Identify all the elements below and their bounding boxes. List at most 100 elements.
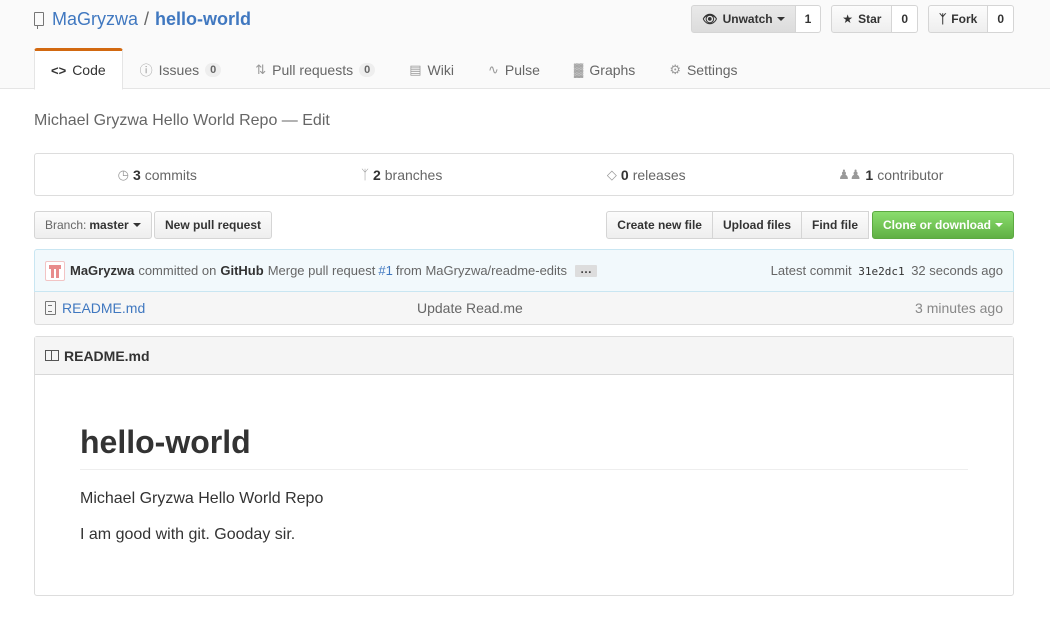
chevron-down-icon	[776, 17, 785, 21]
file-navigation: Branch: master New pull request Create n…	[34, 211, 1014, 239]
star-button[interactable]: ★ Star	[831, 5, 893, 33]
file-commit-age: 3 minutes ago	[915, 300, 1003, 316]
chevron-down-icon	[995, 223, 1003, 227]
repo-name-link[interactable]: hello-world	[155, 9, 251, 30]
tab-label: Pull requests	[272, 61, 354, 78]
branches-label: branches	[384, 166, 443, 183]
branch-icon: ᛉ	[361, 167, 369, 182]
tab-label: Issues	[158, 61, 200, 78]
latest-commit-label: Latest commit	[770, 263, 852, 278]
commit-author-link[interactable]: MaGryzwa	[70, 263, 134, 278]
branches-summary-link[interactable]: ᛉ 2 branches	[280, 154, 525, 195]
latest-commit-bar: MaGryzwa committed on GitHub Merge pull …	[34, 249, 1014, 292]
fork-icon: ᛉ	[939, 12, 947, 26]
star-group: ★ Star 0	[831, 5, 919, 33]
organization-icon: ♟♟	[838, 166, 862, 182]
commits-summary-link[interactable]: ◷ 3 commits	[35, 154, 280, 195]
repo-actions: 👁 Unwatch 1 ★ Star 0 ᛉ Fork 0	[691, 5, 1014, 33]
find-file-button[interactable]: Find file	[801, 211, 869, 239]
committed-on-text: committed on	[138, 263, 217, 278]
commit-sha-link[interactable]: 31e2dc1	[858, 265, 904, 278]
tag-icon: ◇	[606, 166, 617, 182]
expand-commit-message-button[interactable]: …	[575, 263, 598, 277]
tab-label: Pulse	[504, 61, 540, 78]
create-new-file-button[interactable]: Create new file	[606, 211, 713, 239]
tab-label: Graphs	[589, 61, 636, 78]
commit-age: 32 seconds ago	[911, 263, 1003, 278]
repo-icon	[34, 12, 44, 29]
readme-body: hello-world Michael Gryzwa Hello World R…	[35, 423, 1013, 544]
table-row: README.md Update Read.me 3 minutes ago	[34, 292, 1014, 325]
commit-message-prefix[interactable]: Merge pull request	[268, 263, 376, 278]
forks-count[interactable]: 0	[988, 5, 1014, 33]
avatar[interactable]	[45, 260, 65, 281]
repo-description-text: Michael Gryzwa Hello World Repo	[34, 112, 278, 129]
tab-label: Settings	[686, 61, 738, 78]
readme-header: README.md	[35, 337, 1013, 375]
graph-icon: ▓	[573, 62, 584, 77]
readme-paragraph: I am good with git. Gooday sir.	[80, 526, 296, 544]
clone-or-download-button[interactable]: Clone or download	[872, 211, 1014, 239]
tab-wiki[interactable]: ▤ Wiki	[392, 48, 471, 89]
watch-group: 👁 Unwatch 1	[691, 5, 822, 33]
code-icon: <>	[51, 62, 67, 78]
file-name-link[interactable]: README.md	[62, 300, 417, 316]
releases-label: releases	[632, 166, 686, 183]
pulse-icon: ∿	[487, 61, 499, 77]
repo-owner-link[interactable]: MaGryzwa	[52, 9, 138, 30]
repo-description: Michael Gryzwa Hello World Repo — Edit	[34, 112, 330, 130]
releases-count: 0	[620, 166, 629, 183]
contributors-summary-link[interactable]: ♟♟ 1 contributor	[769, 154, 1014, 195]
fork-button[interactable]: ᛉ Fork	[928, 5, 989, 33]
upload-files-button[interactable]: Upload files	[711, 211, 802, 239]
branch-select-button[interactable]: Branch: master	[34, 211, 152, 239]
pull-request-link[interactable]: #1	[378, 263, 392, 278]
file-icon	[45, 301, 56, 315]
repo-nav-tabs: <> Code ⓘ Issues 0 ⇅ Pull requests 0 ▤ W…	[34, 48, 755, 90]
committer-link[interactable]: GitHub	[220, 263, 263, 278]
tab-settings[interactable]: ⚙ Settings	[652, 48, 754, 89]
unwatch-label: Unwatch	[722, 12, 773, 26]
star-icon: ★	[842, 12, 854, 26]
repo-title-separator: /	[144, 8, 150, 29]
tab-graphs[interactable]: ▓ Graphs	[557, 48, 652, 89]
commit-message-suffix[interactable]: from MaGryzwa/readme-edits	[396, 263, 567, 278]
readme-filename: README.md	[64, 347, 150, 364]
contributors-count: 1	[865, 166, 874, 183]
eye-icon: 👁	[702, 12, 718, 26]
tab-issues[interactable]: ⓘ Issues 0	[123, 48, 239, 89]
branch-prefix: Branch:	[45, 218, 87, 232]
fork-label: Fork	[951, 12, 978, 26]
issue-icon: ⓘ	[139, 63, 153, 78]
contributors-label: contributor	[877, 166, 944, 183]
repo-header: MaGryzwa / hello-world 👁 Unwatch 1 ★ Sta…	[0, 0, 1050, 90]
new-pull-request-button[interactable]: New pull request	[154, 211, 273, 239]
latest-commit-info: Latest commit 31e2dc1 32 seconds ago	[771, 263, 1003, 278]
stars-count[interactable]: 0	[892, 5, 919, 33]
description-dash: —	[281, 112, 298, 129]
repo-title: MaGryzwa / hello-world	[34, 8, 251, 30]
tab-label: Code	[72, 62, 106, 78]
fork-group: ᛉ Fork 0	[928, 5, 1014, 33]
history-icon: ◷	[117, 166, 129, 182]
unwatch-button[interactable]: 👁 Unwatch	[691, 5, 796, 33]
star-label: Star	[858, 12, 882, 26]
watchers-count[interactable]: 1	[795, 5, 822, 33]
file-actions: Create new file Upload files Find file C…	[606, 211, 1014, 239]
releases-summary-link[interactable]: ◇ 0 releases	[524, 154, 769, 195]
commits-label: commits	[144, 166, 197, 183]
tab-pulse[interactable]: ∿ Pulse	[471, 48, 557, 89]
readme-panel: README.md hello-world Michael Gryzwa Hel…	[34, 336, 1014, 596]
file-commit-message-link[interactable]: Update Read.me	[417, 300, 523, 316]
gear-icon: ⚙	[669, 61, 681, 77]
clone-label: Clone or download	[883, 218, 991, 232]
book-icon: ▤	[409, 61, 422, 77]
readme-paragraph: Michael Gryzwa Hello World Repo	[80, 490, 324, 508]
tab-code[interactable]: <> Code	[34, 48, 123, 90]
pull-request-icon: ⇅	[255, 61, 267, 77]
pull-requests-counter: 0	[359, 62, 376, 77]
edit-description-link[interactable]: Edit	[302, 112, 330, 129]
book-icon	[45, 350, 59, 361]
commits-count: 3	[132, 166, 141, 183]
tab-pull-requests[interactable]: ⇅ Pull requests 0	[238, 48, 392, 89]
